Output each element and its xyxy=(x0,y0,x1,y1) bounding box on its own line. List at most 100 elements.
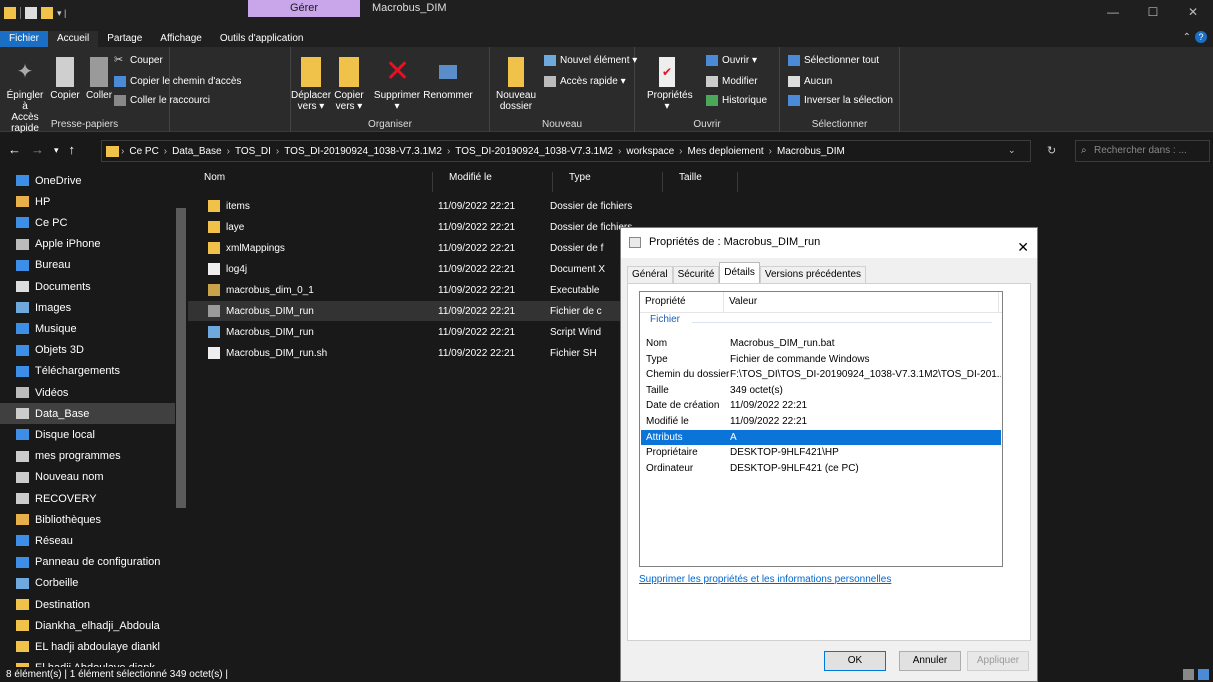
properties-button[interactable]: ✔ Propriétés ▾ xyxy=(647,57,693,112)
sidebar-item[interactable]: OneDrive xyxy=(16,170,176,191)
sidebar-item[interactable]: Destination xyxy=(16,594,176,615)
sidebar-item[interactable]: Disque local xyxy=(16,424,176,445)
help-icon[interactable]: ? xyxy=(1195,31,1207,43)
new-item-button[interactable]: Nouvel élément ▾ xyxy=(544,55,637,66)
new-folder-icon[interactable] xyxy=(41,7,53,19)
open-button[interactable]: Ouvrir ▾ xyxy=(706,55,757,66)
copy-button[interactable]: Copier xyxy=(48,57,82,101)
ok-button[interactable]: OK xyxy=(824,651,886,671)
large-icons-view-icon[interactable] xyxy=(1198,669,1209,680)
breadcrumb-separator-icon[interactable]: › xyxy=(121,146,124,157)
breadcrumb-item[interactable]: Mes deploiement xyxy=(688,146,764,157)
select-all-button[interactable]: Sélectionner tout xyxy=(788,55,879,66)
up-arrow-icon[interactable]: ↑ xyxy=(69,142,76,158)
file-row[interactable]: Macrobus_DIM_run 11/09/2022 22:21 Fichier … xyxy=(188,301,688,321)
property-row[interactable]: Modifié le 11/09/2022 22:21 xyxy=(641,414,1001,429)
rename-button[interactable]: Renommer xyxy=(423,57,473,101)
search-box[interactable]: ⌕ Rechercher dans : ... xyxy=(1075,140,1210,162)
breadcrumb-item[interactable]: Data_Base xyxy=(172,146,221,157)
forward-arrow-icon[interactable]: → xyxy=(31,142,44,158)
breadcrumb-item[interactable]: Macrobus_DIM xyxy=(777,146,845,157)
tab-details[interactable]: Détails xyxy=(719,262,760,283)
close-button[interactable]: ✕ xyxy=(1173,0,1213,25)
tab-general[interactable]: Général xyxy=(627,266,673,283)
property-row[interactable]: Date de création 11/09/2022 22:21 xyxy=(641,398,1001,413)
minimize-button[interactable]: — xyxy=(1093,0,1133,25)
sidebar-item[interactable]: Objets 3D xyxy=(16,340,176,361)
file-row[interactable]: macrobus_dim_0_1 11/09/2022 22:21 Executab… xyxy=(188,280,688,300)
sidebar-item[interactable]: Documents xyxy=(16,276,176,297)
sidebar-item[interactable]: Apple iPhone xyxy=(16,234,176,255)
tab-previous-versions[interactable]: Versions précédentes xyxy=(759,266,867,283)
invert-selection-button[interactable]: Inverser la sélection xyxy=(788,95,893,106)
sidebar-item[interactable]: Data_Base xyxy=(0,403,175,425)
delete-button[interactable]: ✕ Supprimer ▾ xyxy=(373,57,421,113)
sidebar-item[interactable]: Nouveau nom xyxy=(16,467,176,488)
column-modified[interactable]: Modifié le xyxy=(433,172,553,192)
recent-chevron-icon[interactable]: ▾ xyxy=(54,142,59,158)
breadcrumb-separator-icon[interactable]: › xyxy=(276,146,279,157)
breadcrumb-separator-icon[interactable]: › xyxy=(769,146,772,157)
breadcrumb-item[interactable]: TOS_DI-20190924_1038-V7.3.1M2 xyxy=(284,146,442,157)
sidebar-item[interactable]: Réseau xyxy=(16,530,176,551)
properties-list[interactable]: Propriété Valeur Fichier Nom Macrobus_DIM… xyxy=(639,291,1003,567)
refresh-icon[interactable]: ↻ xyxy=(1047,144,1056,157)
breadcrumb-separator-icon[interactable]: › xyxy=(447,146,450,157)
sidebar-scrollbar[interactable] xyxy=(176,176,186,656)
sidebar-item[interactable]: Bureau xyxy=(16,255,176,276)
tab-view[interactable]: Affichage xyxy=(151,31,211,47)
customize-toolbar-icon[interactable]: ▾ | xyxy=(57,8,66,19)
column-size[interactable]: Taille xyxy=(663,172,738,192)
breadcrumb-separator-icon[interactable]: › xyxy=(679,146,682,157)
property-row[interactable]: Chemin du dossier F:\TOS_DI\TOS_DI-201909… xyxy=(641,367,1001,382)
properties-icon[interactable] xyxy=(25,7,37,19)
property-row[interactable]: Ordinateur DESKTOP-9HLF421 (ce PC) xyxy=(641,461,1001,476)
sidebar-item[interactable]: EL hadji abdoulaye diankl xyxy=(16,636,176,657)
sidebar-item[interactable]: Corbeille xyxy=(16,573,176,594)
history-button[interactable]: Historique xyxy=(706,95,767,106)
breadcrumb-separator-icon[interactable]: › xyxy=(164,146,167,157)
header-value[interactable]: Valeur xyxy=(723,292,757,312)
sidebar-item[interactable]: Bibliothèques xyxy=(16,509,176,530)
collapse-ribbon-icon[interactable]: ⌃ xyxy=(1183,32,1191,43)
file-row[interactable]: laye 11/09/2022 22:21 Dossier de fichiers xyxy=(188,217,688,237)
dialog-close-icon[interactable]: ✕ xyxy=(1017,233,1029,261)
property-row[interactable]: Nom Macrobus_DIM_run.bat xyxy=(641,336,1001,351)
new-folder-button[interactable]: Nouveau dossier xyxy=(494,57,538,112)
sidebar-item[interactable]: HP xyxy=(16,191,176,212)
property-row[interactable]: Attributs A xyxy=(641,429,1001,445)
paste-button[interactable]: Coller xyxy=(84,57,114,101)
property-row[interactable]: Propriétaire DESKTOP-9HLF421\HP xyxy=(641,445,1001,460)
breadcrumb-item[interactable]: Ce PC xyxy=(129,146,158,157)
select-none-button[interactable]: Aucun xyxy=(788,76,832,87)
property-row[interactable]: Type Fichier de commande Windows xyxy=(641,352,1001,367)
move-to-button[interactable]: Déplacer vers ▾ xyxy=(291,57,331,112)
breadcrumb-separator-icon[interactable]: › xyxy=(227,146,230,157)
property-row[interactable]: Taille 349 octet(s) xyxy=(641,383,1001,398)
sidebar-item[interactable]: Vidéos xyxy=(16,382,176,403)
breadcrumb-item[interactable]: workspace xyxy=(626,146,674,157)
context-tab-manage[interactable]: Gérer xyxy=(248,0,360,17)
file-row[interactable]: items 11/09/2022 22:21 Dossier de fichiers xyxy=(188,196,688,216)
copy-path-button[interactable]: Copier le chemin d'accès xyxy=(114,76,241,87)
column-type[interactable]: Type xyxy=(553,172,663,192)
sidebar-item[interactable]: Téléchargements xyxy=(16,361,176,382)
maximize-button[interactable]: ☐ xyxy=(1133,0,1173,25)
sidebar-item[interactable]: Ce PC xyxy=(16,212,176,233)
cancel-button[interactable]: Annuler xyxy=(899,651,961,671)
file-row[interactable]: log4j 11/09/2022 22:21 Document X xyxy=(188,259,688,279)
edit-button[interactable]: Modifier xyxy=(706,76,758,87)
cut-button[interactable]: ✂ Couper xyxy=(114,55,163,67)
address-dropdown-icon[interactable]: ⌄ xyxy=(1008,145,1016,156)
back-arrow-icon[interactable]: ← xyxy=(8,142,21,158)
sidebar-item[interactable]: Musique xyxy=(16,318,176,339)
sidebar-item[interactable]: RECOVERY xyxy=(16,488,176,509)
tab-home[interactable]: Accueil xyxy=(48,31,99,47)
scrollbar-thumb[interactable] xyxy=(176,208,186,508)
tab-file[interactable]: Fichier xyxy=(0,31,49,47)
column-name[interactable]: Nom xyxy=(188,172,433,192)
breadcrumb-separator-icon[interactable]: › xyxy=(618,146,621,157)
easy-access-button[interactable]: Accès rapide ▾ xyxy=(544,76,626,87)
breadcrumb-item[interactable]: TOS_DI xyxy=(235,146,271,157)
address-bar[interactable]: › Ce PC › Data_Base › TOS_DI › TOS_DI-20190924_… xyxy=(101,140,1031,162)
